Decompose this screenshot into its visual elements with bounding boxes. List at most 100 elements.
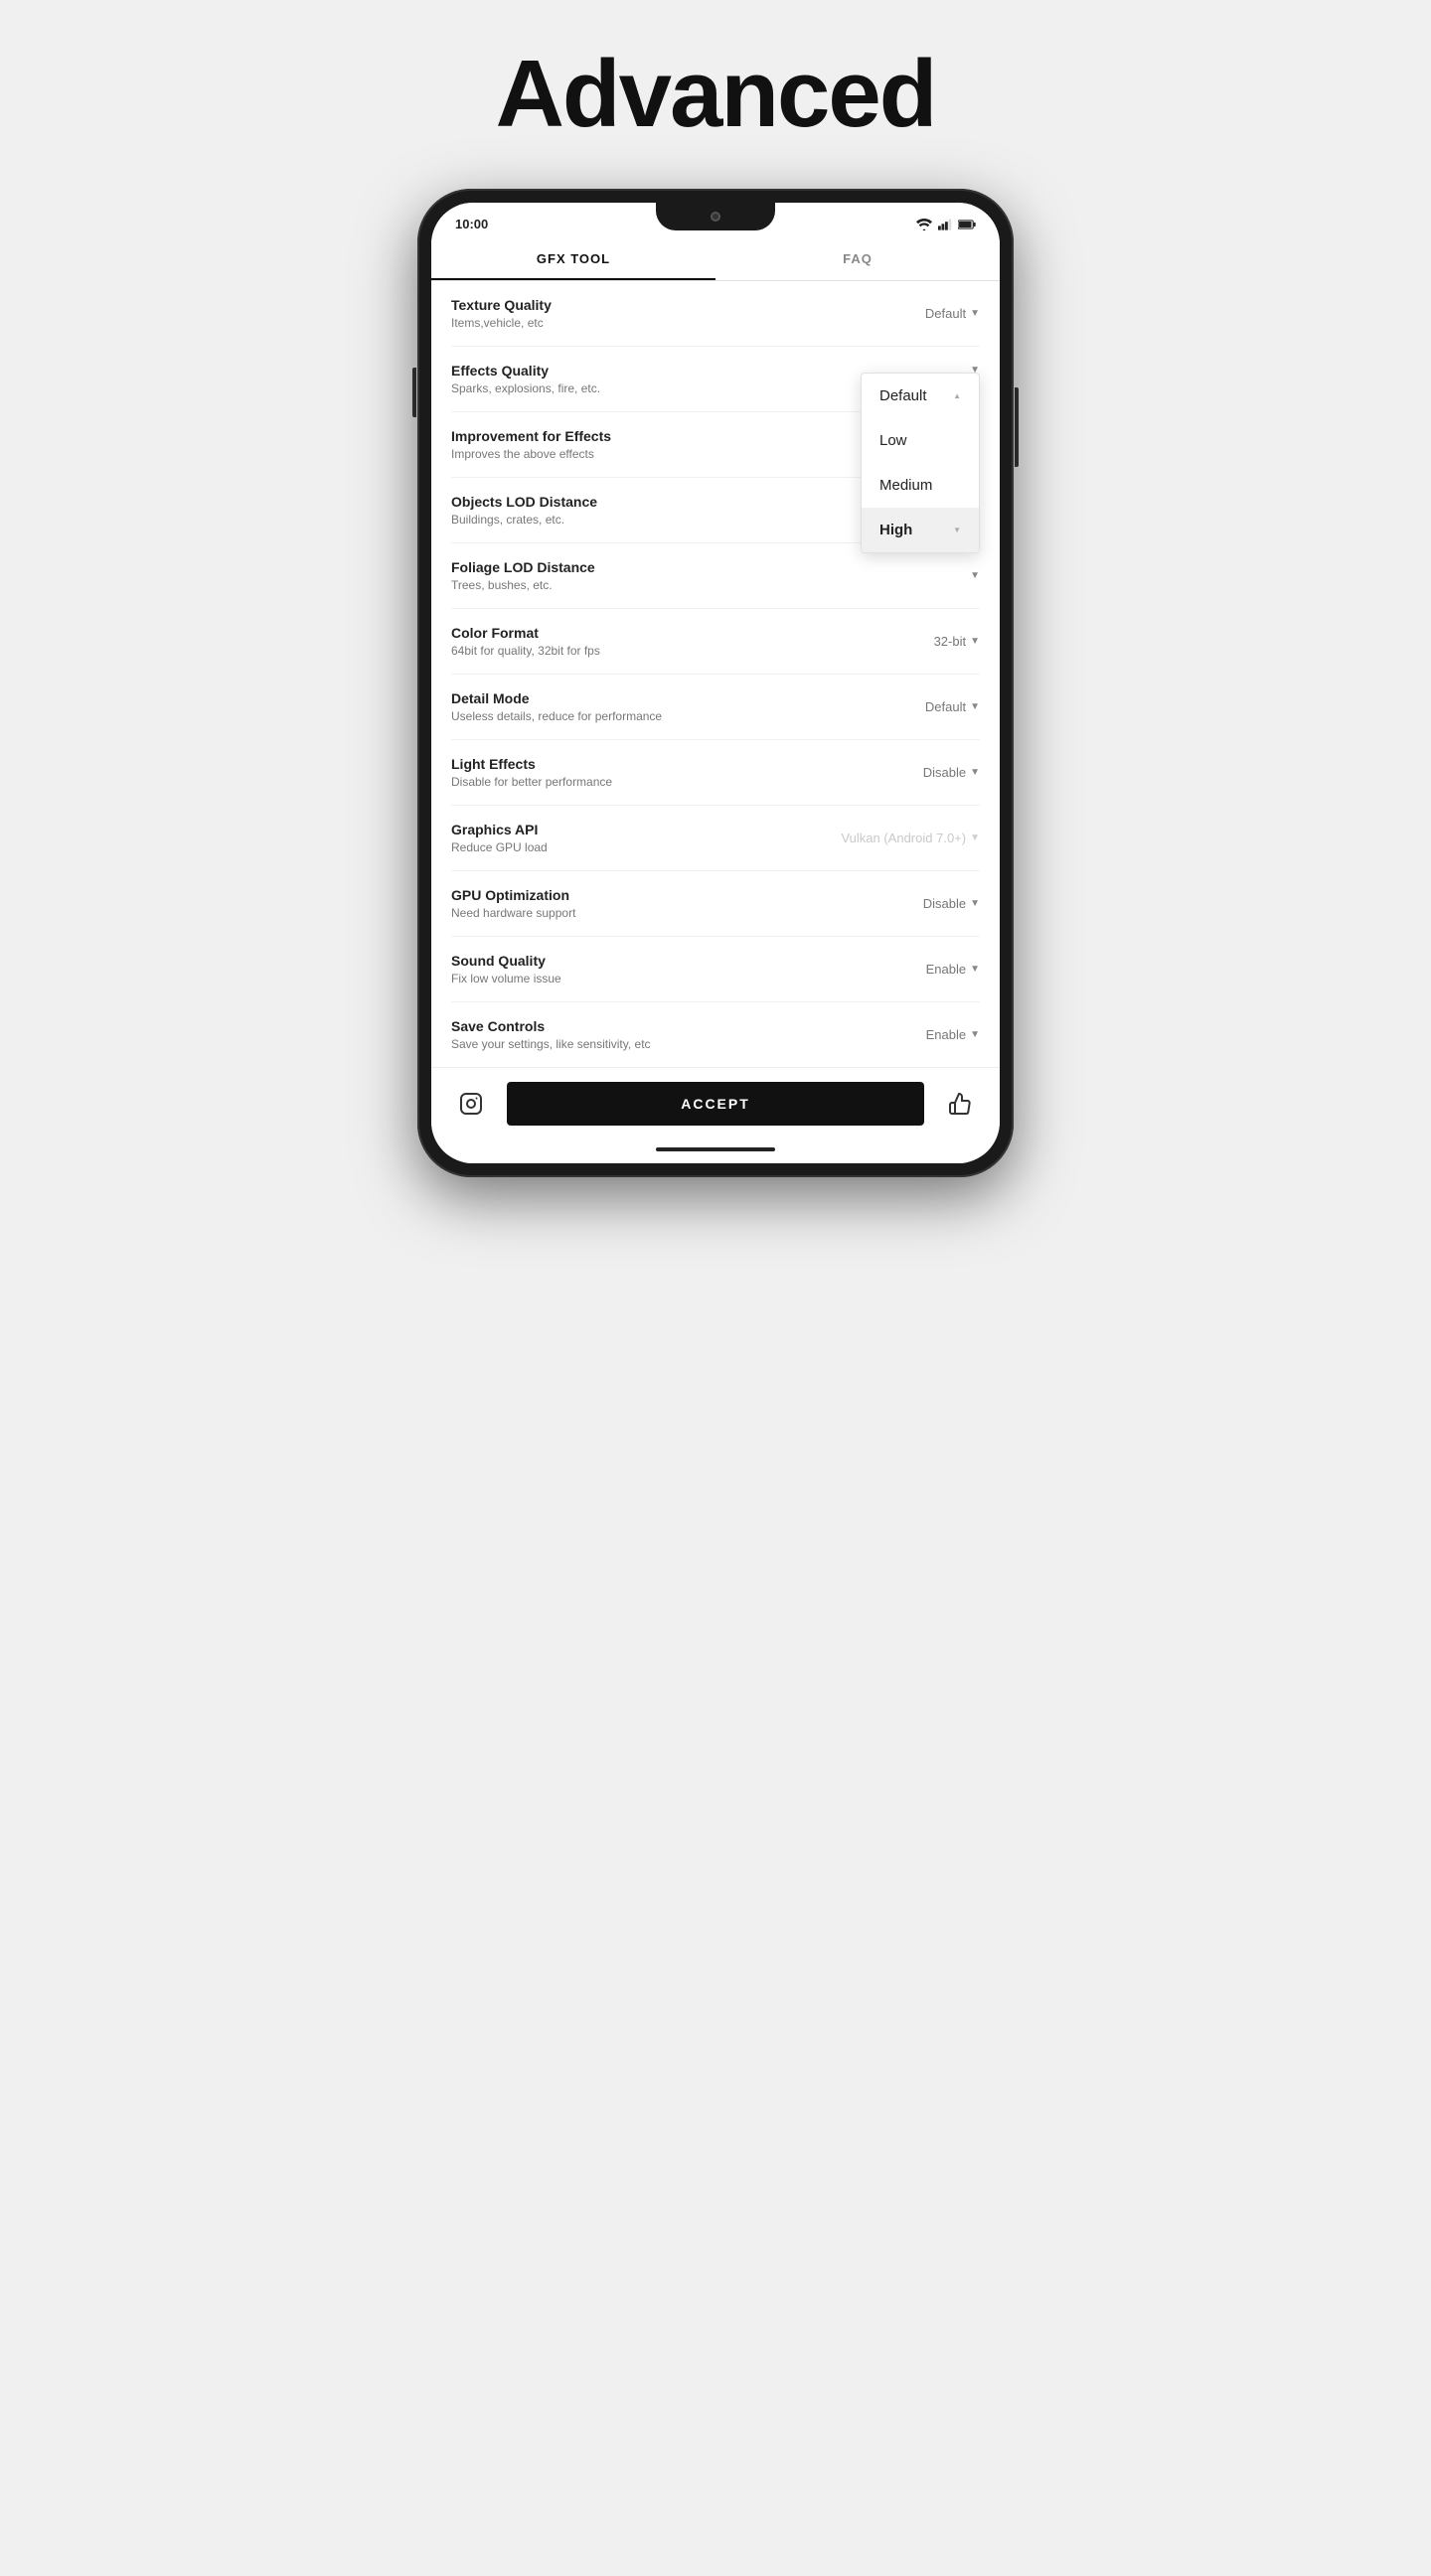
thumbsup-button[interactable] (940, 1084, 980, 1124)
tab-gfx-tool[interactable]: GFX TOOL (431, 237, 716, 280)
thumbsup-icon (948, 1092, 972, 1116)
setting-title-color-format: Color Format (451, 625, 871, 641)
status-time: 10:00 (455, 217, 488, 231)
wifi-icon (916, 219, 932, 230)
phone-device: 10:00 (417, 189, 1014, 1177)
dropdown-arrow-foliage-lod: ▼ (970, 570, 980, 581)
setting-row-save-controls: Save Controls Save your settings, like s… (451, 1002, 980, 1067)
setting-label-objects-lod: Objects LOD Distance Buildings, crates, … (451, 494, 871, 527)
home-indicator (431, 1139, 1000, 1163)
page-wrapper: Advanced 10:00 (318, 40, 1113, 1177)
setting-title-gpu-optimization: GPU Optimization (451, 887, 871, 903)
instagram-icon (459, 1092, 483, 1116)
phone-notch (656, 203, 775, 230)
setting-row-graphics-api: Graphics API Reduce GPU load Vulkan (And… (451, 806, 980, 871)
setting-row-sound-quality: Sound Quality Fix low volume issue Enabl… (451, 937, 980, 1002)
camera-notch (711, 212, 720, 222)
setting-label-foliage-lod: Foliage LOD Distance Trees, bushes, etc. (451, 559, 871, 592)
setting-control-foliage-lod[interactable]: ▼ (871, 570, 980, 581)
setting-label-sound-quality: Sound Quality Fix low volume issue (451, 953, 871, 985)
setting-control-gpu-optimization[interactable]: Disable ▼ (871, 896, 980, 911)
setting-title-improvement-effects: Improvement for Effects (451, 428, 871, 444)
setting-control-light-effects[interactable]: Disable ▼ (871, 765, 980, 780)
setting-label-light-effects: Light Effects Disable for better perform… (451, 756, 871, 789)
page-title: Advanced (496, 40, 936, 149)
setting-label-gpu-optimization: GPU Optimization Need hardware support (451, 887, 871, 920)
setting-row-light-effects: Light Effects Disable for better perform… (451, 740, 980, 806)
status-bar: 10:00 (431, 203, 1000, 237)
tabs-bar: GFX TOOL FAQ (431, 237, 1000, 281)
setting-desc-graphics-api: Reduce GPU load (451, 840, 841, 854)
setting-desc-save-controls: Save your settings, like sensitivity, et… (451, 1037, 871, 1051)
accept-button[interactable]: ACCEPT (507, 1082, 924, 1126)
setting-desc-texture-quality: Items,vehicle, etc (451, 316, 871, 330)
setting-title-light-effects: Light Effects (451, 756, 871, 772)
dropdown-arrow-gpu-optimization: ▼ (970, 898, 980, 909)
setting-desc-foliage-lod: Trees, bushes, etc. (451, 578, 871, 592)
setting-title-graphics-api: Graphics API (451, 822, 841, 837)
setting-desc-objects-lod: Buildings, crates, etc. (451, 513, 871, 527)
setting-control-texture-quality[interactable]: Default ▼ (871, 306, 980, 321)
dropdown-option-default[interactable]: Default ▲ (862, 374, 979, 418)
setting-value-color-format: 32-bit (934, 634, 967, 649)
setting-control-detail-mode[interactable]: Default ▼ (871, 699, 980, 714)
setting-label-improvement-effects: Improvement for Effects Improves the abo… (451, 428, 871, 461)
setting-row-color-format: Color Format 64bit for quality, 32bit fo… (451, 609, 980, 675)
setting-control-graphics-api: Vulkan (Android 7.0+) ▼ (841, 831, 980, 845)
setting-control-save-controls[interactable]: Enable ▼ (871, 1027, 980, 1042)
phone-screen: 10:00 (431, 203, 1000, 1163)
setting-value-gpu-optimization: Disable (923, 896, 966, 911)
setting-control-sound-quality[interactable]: Enable ▼ (871, 962, 980, 977)
setting-desc-improvement-effects: Improves the above effects (451, 447, 871, 461)
setting-title-save-controls: Save Controls (451, 1018, 871, 1034)
setting-value-texture-quality: Default (925, 306, 966, 321)
scroll-indicator-top: ▲ (953, 391, 961, 400)
battery-icon (958, 219, 976, 230)
setting-title-effects-quality: Effects Quality (451, 363, 841, 379)
setting-row-gpu-optimization: GPU Optimization Need hardware support D… (451, 871, 980, 937)
dropdown-option-high[interactable]: High ▼ (862, 508, 979, 552)
instagram-button[interactable] (451, 1084, 491, 1124)
home-bar (656, 1147, 775, 1151)
setting-title-detail-mode: Detail Mode (451, 690, 871, 706)
dropdown-option-medium[interactable]: Medium (862, 463, 979, 508)
dropdown-arrow-save-controls: ▼ (970, 1029, 980, 1040)
effects-quality-dropdown[interactable]: Default ▲ Low Medium High ▼ (861, 373, 980, 553)
dropdown-arrow-light-effects: ▼ (970, 767, 980, 778)
setting-desc-sound-quality: Fix low volume issue (451, 972, 871, 985)
setting-label-detail-mode: Detail Mode Useless details, reduce for … (451, 690, 871, 723)
setting-title-foliage-lod: Foliage LOD Distance (451, 559, 871, 575)
setting-value-detail-mode: Default (925, 699, 966, 714)
setting-title-objects-lod: Objects LOD Distance (451, 494, 871, 510)
setting-value-save-controls: Enable (926, 1027, 966, 1042)
setting-value-graphics-api: Vulkan (Android 7.0+) (841, 831, 966, 845)
setting-row-detail-mode: Detail Mode Useless details, reduce for … (451, 675, 980, 740)
setting-desc-effects-quality: Sparks, explosions, fire, etc. (451, 381, 841, 395)
setting-desc-detail-mode: Useless details, reduce for performance (451, 709, 871, 723)
dropdown-option-low[interactable]: Low (862, 418, 979, 463)
setting-label-color-format: Color Format 64bit for quality, 32bit fo… (451, 625, 871, 658)
effects-quality-dropdown-container: ▼ Default ▲ Low Medium (841, 363, 980, 376)
dropdown-arrow-color-format: ▼ (970, 636, 980, 647)
setting-row-effects-quality: Effects Quality Sparks, explosions, fire… (451, 347, 980, 412)
scroll-indicator-bottom: ▼ (953, 526, 961, 534)
status-icons (916, 219, 976, 230)
setting-desc-light-effects: Disable for better performance (451, 775, 871, 789)
setting-label-texture-quality: Texture Quality Items,vehicle, etc (451, 297, 871, 330)
signal-icon (938, 219, 952, 230)
setting-label-graphics-api: Graphics API Reduce GPU load (451, 822, 841, 854)
dropdown-arrow-graphics-api: ▼ (970, 833, 980, 843)
setting-title-texture-quality: Texture Quality (451, 297, 871, 313)
dropdown-arrow-sound-quality: ▼ (970, 964, 980, 975)
setting-value-light-effects: Disable (923, 765, 966, 780)
setting-desc-gpu-optimization: Need hardware support (451, 906, 871, 920)
tab-faq[interactable]: FAQ (716, 237, 1000, 280)
setting-value-sound-quality: Enable (926, 962, 966, 977)
setting-control-color-format[interactable]: 32-bit ▼ (871, 634, 980, 649)
setting-label-save-controls: Save Controls Save your settings, like s… (451, 1018, 871, 1051)
bottom-bar: ACCEPT (431, 1067, 1000, 1139)
setting-title-sound-quality: Sound Quality (451, 953, 871, 969)
dropdown-arrow-detail-mode: ▼ (970, 701, 980, 712)
dropdown-arrow-texture-quality: ▼ (970, 308, 980, 319)
setting-row-texture-quality: Texture Quality Items,vehicle, etc Defau… (451, 281, 980, 347)
